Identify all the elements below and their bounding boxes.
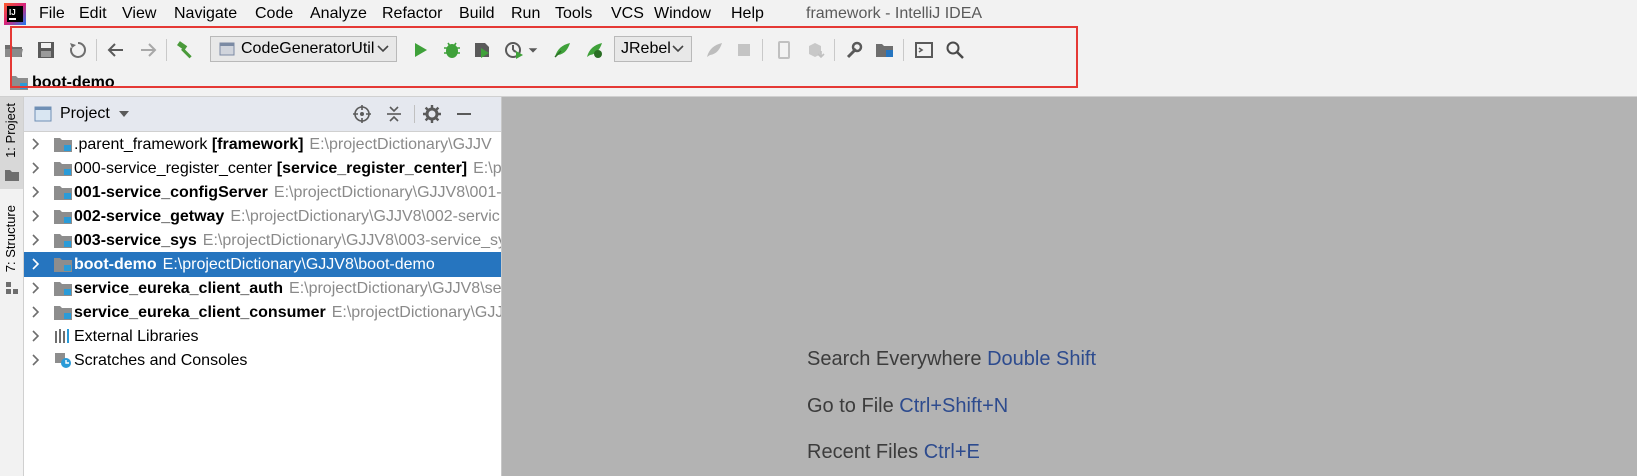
- libraries-icon: [55, 329, 69, 343]
- tree-item-module: [service_register_center]: [276, 160, 468, 177]
- hint-search-everywhere: Search Everywhere Double Shift: [807, 348, 1096, 371]
- window-title: framework - IntelliJ IDEA: [806, 5, 983, 22]
- structure-tool-tab[interactable]: 7: Structure: [0, 201, 23, 301]
- hint-label: Search Everywhere: [807, 348, 982, 370]
- project-tab-label: 1: Project: [3, 103, 18, 158]
- hint-label: Go to File: [807, 395, 894, 417]
- hint-recent-files: Recent Files Ctrl+E: [807, 441, 980, 464]
- scratches-icon: [55, 353, 71, 368]
- tree-item-module: [framework]: [211, 136, 304, 153]
- structure-tab-label: 7: Structure: [3, 205, 18, 273]
- hint-shortcut: Ctrl+Shift+N: [899, 395, 1009, 417]
- menu-view[interactable]: View: [122, 5, 156, 23]
- tree-item-name: 003-service_sys: [74, 232, 197, 249]
- menu-help[interactable]: Help: [731, 5, 764, 23]
- chevron-right-icon[interactable]: [30, 354, 42, 366]
- tree-item-name: 002-service_getway: [74, 208, 225, 225]
- intellij-logo-icon: IJ: [4, 3, 26, 25]
- chevron-right-icon[interactable]: [30, 258, 42, 270]
- project-view-icon: [34, 106, 52, 122]
- tree-item[interactable]: Scratches and Consoles: [24, 348, 501, 373]
- menu-bar: IJ File Edit View Navigate Code Analyze …: [0, 0, 1637, 28]
- tree-item-path: E:\projectDictionary\GJJV8\ser: [289, 280, 501, 297]
- chevron-down-icon[interactable]: [118, 109, 130, 119]
- tree-item-name: service_eureka_client_auth: [74, 280, 284, 297]
- annotation-highlight-box: [10, 26, 1078, 88]
- hint-label: Recent Files: [807, 441, 919, 463]
- chevron-right-icon[interactable]: [30, 306, 42, 318]
- tree-item-name: boot-demo: [74, 256, 157, 273]
- menu-analyze[interactable]: Analyze: [310, 5, 367, 23]
- collapse-all-icon[interactable]: [384, 104, 404, 124]
- menu-vcs[interactable]: VCS: [611, 5, 644, 23]
- tree-item-name: .parent_framework: [74, 136, 208, 153]
- menu-tools[interactable]: Tools: [555, 5, 592, 23]
- menu-refactor[interactable]: Refactor: [382, 5, 442, 23]
- tree-item[interactable]: boot-demo E:\projectDictionary\GJJV8\boot…: [24, 252, 501, 277]
- tree-item-path: E:\projectDictionary\GJJV: [309, 136, 492, 153]
- menu-code[interactable]: Code: [255, 5, 293, 23]
- chevron-right-icon[interactable]: [30, 282, 42, 294]
- module-folder-icon: [54, 186, 72, 200]
- project-tool-tab[interactable]: 1: Project: [0, 97, 23, 189]
- tree-item[interactable]: service_eureka_client_auth E:\projectDict…: [24, 276, 501, 301]
- svg-text:IJ: IJ: [9, 8, 16, 17]
- module-folder-icon: [54, 162, 72, 176]
- module-folder-icon: [54, 210, 72, 224]
- project-panel-header: Project: [24, 97, 501, 132]
- tree-item[interactable]: 003-service_sys E:\projectDictionary\GJJV…: [24, 228, 501, 253]
- tool-window-strip: 1: Project 7: Structure: [0, 97, 24, 476]
- locate-crosshair-icon[interactable]: [352, 104, 372, 124]
- hint-go-to-file: Go to File Ctrl+Shift+N: [807, 395, 1008, 418]
- chevron-right-icon[interactable]: [30, 138, 42, 150]
- structure-icon: [6, 282, 18, 294]
- tree-item[interactable]: service_eureka_client_consumer E:\project…: [24, 300, 501, 325]
- menu-run[interactable]: Run: [511, 5, 540, 23]
- module-folder-icon: [54, 138, 72, 152]
- module-folder-icon: [54, 306, 72, 320]
- module-folder-icon: [54, 234, 72, 248]
- gear-icon[interactable]: [422, 104, 442, 124]
- tree-item-path: E:\p: [473, 160, 501, 177]
- minimize-icon[interactable]: [454, 104, 474, 124]
- tree-item-name: External Libraries: [74, 328, 199, 345]
- editor-area: Search Everywhere Double Shift Go to Fil…: [502, 97, 1637, 476]
- tree-item-name: Scratches and Consoles: [74, 352, 248, 369]
- tree-item[interactable]: 002-service_getway E:\projectDictionary\G…: [24, 204, 501, 229]
- menu-navigate[interactable]: Navigate: [174, 5, 237, 23]
- hint-shortcut: Ctrl+E: [923, 441, 980, 463]
- tree-item-name: 001-service_configServer: [74, 184, 268, 201]
- project-view-selector[interactable]: Project: [60, 105, 110, 123]
- tree-item-path: E:\projectDictionary\GJJV: [331, 304, 501, 321]
- menu-edit[interactable]: Edit: [79, 5, 107, 23]
- chevron-right-icon[interactable]: [30, 330, 42, 342]
- tree-item-path: E:\projectDictionary\GJJV8\boot-demo: [162, 256, 435, 273]
- menu-window[interactable]: Window: [654, 5, 711, 23]
- menu-build[interactable]: Build: [459, 5, 495, 23]
- hint-shortcut: Double Shift: [987, 348, 1097, 370]
- tree-item-path: E:\projectDictionary\GJJV8\003-service_s…: [202, 232, 501, 249]
- module-folder-icon: [54, 258, 72, 272]
- chevron-right-icon[interactable]: [30, 162, 42, 174]
- project-panel: Project .parent_framework [framework] E:\…: [24, 97, 502, 476]
- chevron-right-icon[interactable]: [30, 186, 42, 198]
- tree-item-name: 000-service_register_center: [74, 160, 273, 177]
- tree-item-path: E:\projectDictionary\GJJV8\001-: [273, 184, 501, 201]
- chevron-right-icon[interactable]: [30, 234, 42, 246]
- tree-item-name: service_eureka_client_consumer: [74, 304, 326, 321]
- tree-item[interactable]: .parent_framework [framework] E:\projectD…: [24, 132, 501, 157]
- tree-item[interactable]: 001-service_configServer E:\projectDictio…: [24, 180, 501, 205]
- chevron-right-icon[interactable]: [30, 210, 42, 222]
- menu-file[interactable]: File: [39, 5, 65, 23]
- tree-item[interactable]: 000-service_register_center [service_reg…: [24, 156, 501, 181]
- module-folder-icon: [54, 282, 72, 296]
- header-separator: [414, 105, 415, 123]
- folder-icon: [5, 170, 19, 181]
- tree-item[interactable]: External Libraries: [24, 324, 501, 349]
- tree-item-path: E:\projectDictionary\GJJV8\002-servic: [230, 208, 500, 225]
